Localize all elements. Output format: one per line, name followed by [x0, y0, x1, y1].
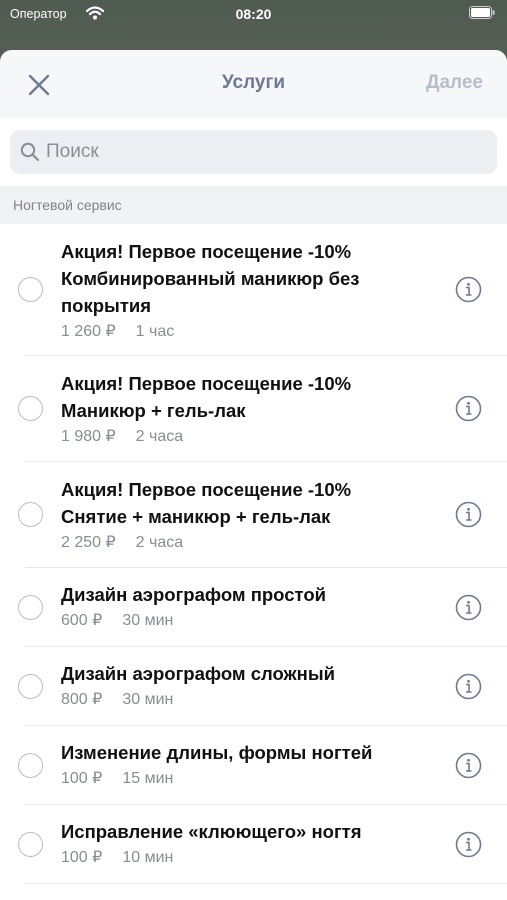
service-title-line: Дизайн аэрографом простой [61, 584, 327, 605]
service-title-line: Снятие + маникюр + гель-лак [61, 506, 331, 527]
service-text: Акция! Первое посещение -10% Комбинирован… [61, 238, 431, 342]
service-title: Исправление «клюющего» ногтя [61, 818, 431, 845]
service-title: Акция! Первое посещение -10% Маникюр + ге… [61, 370, 431, 424]
service-row[interactable]: Акция! Первое посещение -10% Снятие + ман… [0, 462, 507, 568]
service-title: Дизайн аэрографом простой [61, 581, 431, 608]
search-area [0, 118, 507, 186]
service-row[interactable]: Дизайн аэрографом простой 600 ₽ 30 мин [0, 568, 507, 647]
service-duration: 2 часа [135, 428, 184, 445]
service-radio-button[interactable] [18, 832, 43, 857]
info-icon[interactable] [455, 673, 482, 700]
search-icon [20, 142, 40, 162]
service-price: 600 ₽ [61, 612, 103, 629]
service-meta: 100 ₽ 15 мин [61, 769, 431, 789]
service-title-line: Акция! Первое посещение -10% [61, 241, 352, 262]
section-header: Ногтевой сервис [0, 186, 507, 224]
info-icon[interactable] [455, 501, 482, 528]
service-price: 800 ₽ [61, 691, 103, 708]
service-title-line: Акция! Первое посещение -10% [61, 373, 352, 394]
service-text: Дизайн аэрографом простой 600 ₽ 30 мин [61, 581, 431, 631]
service-text: Акция! Первое посещение -10% Снятие + ман… [61, 476, 431, 553]
service-row[interactable]: Исправление «клюющего» ногтя 100 ₽ 10 мин [0, 805, 507, 884]
service-radio-button[interactable] [18, 595, 43, 620]
service-radio-button[interactable] [18, 277, 43, 302]
battery-icon [469, 6, 495, 19]
service-duration: 2 часа [135, 534, 184, 551]
search-input[interactable] [46, 141, 466, 163]
service-row[interactable]: Акция! Первое посещение -10% Маникюр + ге… [0, 356, 507, 462]
service-duration: 30 мин [122, 691, 174, 708]
service-price: 1 260 ₽ [61, 323, 116, 340]
navigation-bar: Услуги Далее [0, 50, 507, 118]
service-title-line: Дизайн аэрографом сложный [61, 663, 336, 684]
service-duration: 15 мин [122, 770, 174, 787]
service-price: 1 980 ₽ [61, 428, 116, 445]
service-title-line: Акция! Первое посещение -10% [61, 479, 352, 500]
service-text: Дизайн аэрографом сложный 800 ₽ 30 мин [61, 660, 431, 710]
service-list: Акция! Первое посещение -10% Комбинирован… [0, 224, 507, 884]
service-meta: 1 260 ₽ 1 час [61, 322, 431, 342]
service-price: 100 ₽ [61, 770, 103, 787]
service-duration: 30 мин [122, 612, 174, 629]
service-meta: 100 ₽ 10 мин [61, 848, 431, 868]
service-text: Исправление «клюющего» ногтя 100 ₽ 10 мин [61, 818, 431, 868]
service-price: 2 250 ₽ [61, 534, 116, 551]
info-icon[interactable] [455, 831, 482, 858]
service-radio-button[interactable] [18, 753, 43, 778]
service-row[interactable]: Дизайн аэрографом сложный 800 ₽ 30 мин [0, 647, 507, 726]
service-radio-button[interactable] [18, 502, 43, 527]
info-icon[interactable] [455, 395, 482, 422]
services-sheet: Услуги Далее Ногтевой сервис Акция! Перв… [0, 50, 507, 900]
service-radio-button[interactable] [18, 674, 43, 699]
service-title: Акция! Первое посещение -10% Снятие + ман… [61, 476, 431, 530]
service-price: 100 ₽ [61, 849, 103, 866]
info-icon[interactable] [455, 752, 482, 779]
service-title-line: Маникюр + гель-лак [61, 400, 246, 421]
row-divider [25, 883, 507, 884]
service-radio-button[interactable] [18, 396, 43, 421]
service-meta: 1 980 ₽ 2 часа [61, 427, 431, 447]
service-duration: 1 час [135, 323, 175, 340]
service-title: Дизайн аэрографом сложный [61, 660, 431, 687]
next-button[interactable]: Далее [426, 72, 483, 94]
status-time: 08:20 [235, 6, 272, 22]
service-title-line: Комбинированный маникюр без [61, 268, 360, 289]
info-icon[interactable] [455, 594, 482, 621]
status-bar: Оператор 08:20 [0, 0, 507, 30]
service-row[interactable]: Изменение длины, формы ногтей 100 ₽ 15 мин [0, 726, 507, 805]
service-title: Изменение длины, формы ногтей [61, 739, 431, 766]
service-row[interactable]: Акция! Первое посещение -10% Комбинирован… [0, 224, 507, 356]
service-title: Акция! Первое посещение -10% Комбинирован… [61, 238, 431, 319]
service-meta: 600 ₽ 30 мин [61, 611, 431, 631]
service-title-line: Исправление «клюющего» ногтя [61, 821, 362, 842]
service-duration: 10 мин [122, 849, 174, 866]
info-icon[interactable] [455, 276, 482, 303]
service-text: Акция! Первое посещение -10% Маникюр + ге… [61, 370, 431, 447]
service-text: Изменение длины, формы ногтей 100 ₽ 15 мин [61, 739, 431, 789]
search-field[interactable] [10, 130, 497, 174]
service-title-line: Изменение длины, формы ногтей [61, 742, 373, 763]
service-title-line: покрытия [61, 295, 152, 316]
service-meta: 2 250 ₽ 2 часа [61, 533, 431, 553]
service-meta: 800 ₽ 30 мин [61, 690, 431, 710]
